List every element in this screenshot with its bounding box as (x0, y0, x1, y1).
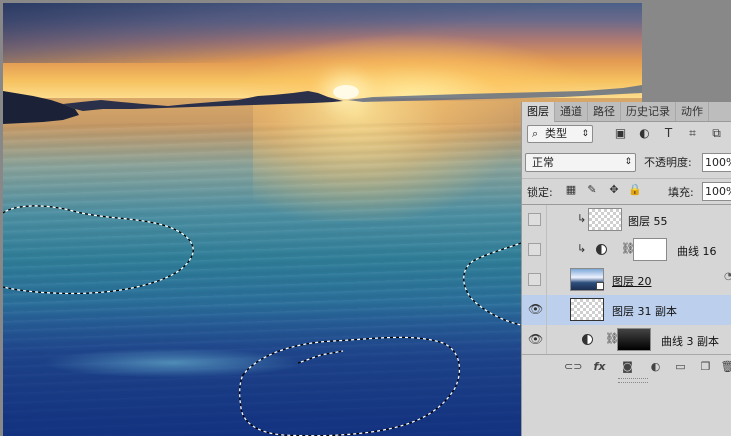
blend-mode-value: 正常 (532, 156, 554, 169)
delete-layer-icon[interactable]: 🗑 (720, 360, 731, 374)
layer-row[interactable]: ↳ ⛓ 曲线 16 (522, 235, 731, 266)
fill-input[interactable]: 100% (702, 182, 731, 201)
adjustment-filter-icon[interactable]: ◐ (637, 126, 652, 141)
layer-row[interactable]: 👁 图层 31 副本 (522, 295, 731, 326)
eye-icon[interactable]: 👁 (528, 303, 543, 316)
new-adjustment-icon[interactable]: ◐ (648, 360, 663, 374)
divider (546, 325, 547, 355)
opacity-input[interactable]: 100% (702, 153, 731, 172)
layer-row[interactable]: ↳ 图层 55 (522, 205, 731, 236)
divider (546, 205, 547, 235)
type-filter-icon[interactable]: T (661, 126, 676, 141)
tab-channels[interactable]: 通道 (555, 102, 588, 121)
layers-panel: 图层 通道 路径 历史记录 动作 ⌕ 类型 ⇕ ▣ ◐ T ⌗ ⧉ 正常 ⇕ 不… (521, 102, 731, 436)
link-layers-icon[interactable]: ⊂⊃ (564, 360, 582, 374)
layer-name[interactable]: 图层 20 (612, 273, 652, 289)
divider (546, 235, 547, 265)
smart-object-filter-icon[interactable]: ⧉ (709, 126, 724, 141)
blend-row: 正常 ⇕ 不透明度: 100% (522, 151, 731, 173)
opacity-label: 不透明度: (644, 156, 692, 169)
panel-footer: ⊂⊃ fx ◙ ◐ ▭ ❐ 🗑 (522, 354, 731, 379)
lock-all-icon[interactable]: 🔒 (628, 183, 642, 197)
lock-transparent-icon[interactable]: ▦ (564, 183, 578, 197)
visibility-toggle[interactable] (528, 243, 541, 256)
image-filter-icon[interactable]: ▣ (613, 126, 628, 141)
fill-label: 填充: (668, 186, 694, 199)
new-group-icon[interactable]: ▭ (673, 360, 688, 374)
blend-mode-select[interactable]: 正常 ⇕ (525, 153, 636, 172)
layer-row[interactable]: 👁 ⛓ 曲线 3 副本 (522, 325, 731, 356)
panel-tab-bar: 图层 通道 路径 历史记录 动作 (522, 102, 731, 122)
visibility-toggle[interactable] (528, 273, 541, 286)
filter-kind-label: 类型 (545, 127, 567, 140)
divider (546, 265, 547, 295)
updown-arrow-icon: ⇕ (624, 157, 632, 167)
search-icon: ⌕ (532, 127, 539, 140)
layer-name[interactable]: 图层 55 (628, 213, 668, 229)
lock-paint-icon[interactable]: ✎ (585, 183, 599, 197)
resize-grip[interactable] (618, 378, 648, 383)
lock-row: 锁定: ▦ ✎ ✥ 🔒 填充: 100% (522, 178, 731, 203)
tab-history[interactable]: 历史记录 (621, 102, 676, 121)
layer-thumbnail (588, 208, 622, 231)
layer-name[interactable]: 曲线 3 副本 (661, 333, 719, 349)
adjustment-icon (596, 244, 607, 255)
layer-thumbnail (570, 298, 604, 321)
filter-kind-select[interactable]: ⌕ 类型 ⇕ (527, 125, 593, 143)
layer-filter-row: ⌕ 类型 ⇕ ▣ ◐ T ⌗ ⧉ (522, 123, 731, 147)
lock-move-icon[interactable]: ✥ (607, 183, 621, 197)
layer-row[interactable]: 图层 20 ◔ (522, 265, 731, 296)
tab-layers[interactable]: 图层 (522, 102, 555, 122)
layer-mask-thumbnail (617, 328, 651, 351)
shape-filter-icon[interactable]: ⌗ (685, 126, 700, 141)
new-layer-icon[interactable]: ❐ (698, 360, 713, 374)
divider (546, 295, 547, 325)
visibility-toggle[interactable] (528, 213, 541, 226)
clipping-arrow-icon: ↳ (577, 212, 587, 225)
layer-style-icon[interactable]: ◔ (724, 271, 731, 282)
layer-name[interactable]: 曲线 16 (677, 243, 717, 259)
clipping-arrow-icon: ↳ (577, 242, 587, 255)
lock-label: 锁定: (527, 186, 553, 199)
smart-object-badge-icon (596, 282, 604, 290)
tab-paths[interactable]: 路径 (588, 102, 621, 121)
layer-list: ↳ 图层 55 ↳ ⛓ 曲线 16 图层 20 ◔ 👁 图层 31 副本 👁 ⛓… (522, 204, 731, 356)
eye-icon[interactable]: 👁 (528, 333, 543, 346)
updown-arrow-icon: ⇕ (581, 129, 589, 139)
tab-actions[interactable]: 动作 (676, 102, 709, 121)
layer-mask-thumbnail (633, 238, 667, 261)
fx-icon[interactable]: fx (592, 360, 607, 374)
add-mask-icon[interactable]: ◙ (620, 360, 635, 374)
layer-name[interactable]: 图层 31 副本 (612, 303, 677, 319)
adjustment-icon (582, 334, 593, 345)
